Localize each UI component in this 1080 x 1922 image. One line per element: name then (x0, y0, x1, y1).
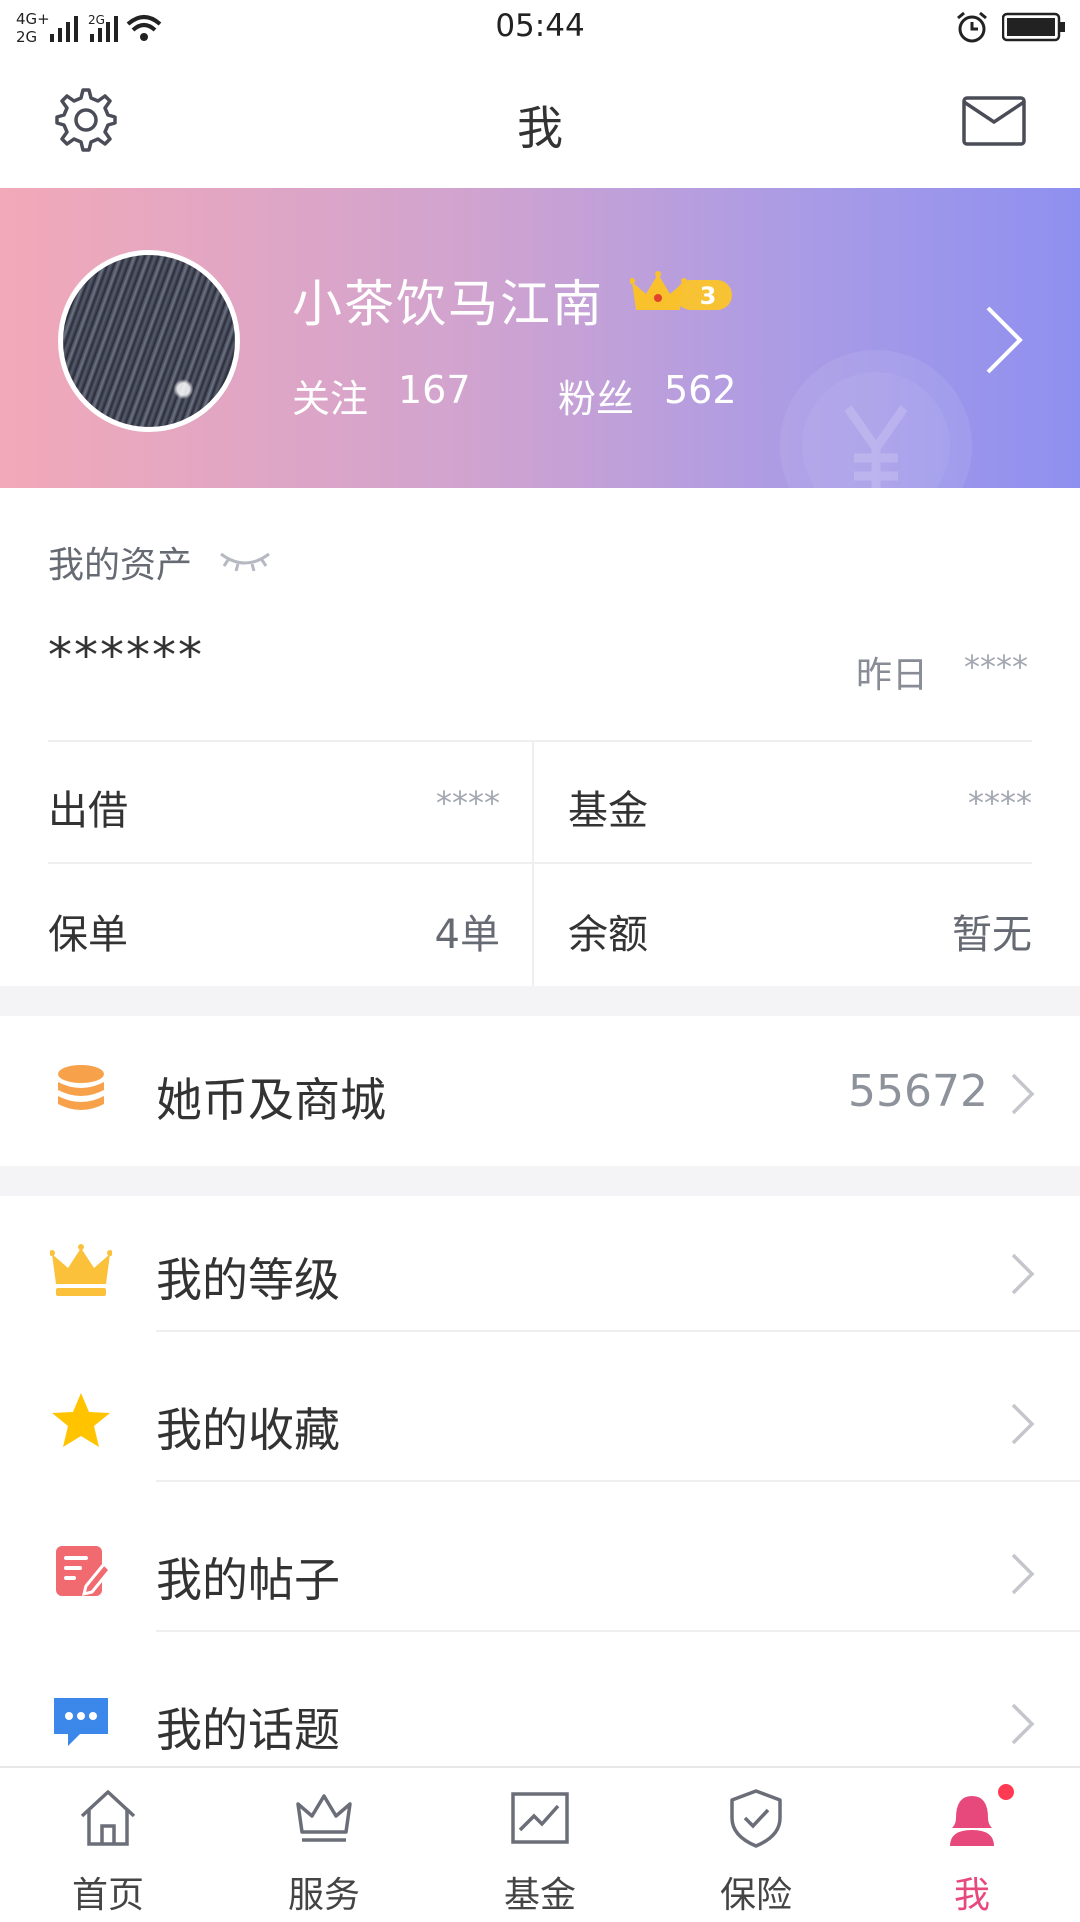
post-edit-icon (50, 1540, 113, 1602)
coins-value: 55672 (848, 1066, 988, 1117)
menu-item-label: 我的帖子 (156, 1553, 340, 1607)
crown-outline-icon (294, 1788, 354, 1848)
asset-cell-label: 出借 (48, 788, 128, 834)
crown-icon (49, 1240, 113, 1302)
asset-cell-balance[interactable]: 余额 暂无 (534, 864, 1080, 986)
divider (156, 1480, 1080, 1482)
level-number: 3 (700, 282, 717, 310)
divider (156, 1630, 1080, 1632)
section-gap (0, 1166, 1080, 1196)
nav-insurance[interactable]: 保险 (648, 1768, 864, 1922)
fans-label[interactable]: 粉丝 (558, 368, 634, 423)
chevron-right-icon[interactable] (984, 304, 1024, 376)
assets-title: 我的资产 (48, 545, 193, 586)
asset-cell-label: 保单 (48, 912, 128, 958)
battery-icon (1001, 12, 1066, 42)
asset-cell-lending[interactable]: 出借 **** (0, 742, 532, 862)
chevron-right-icon (1010, 1072, 1036, 1116)
notification-dot (998, 1784, 1014, 1800)
asset-cell-label: 余额 (568, 912, 648, 958)
asset-cell-value: 暂无 (952, 912, 1032, 958)
home-icon (78, 1788, 138, 1848)
menu-item-level[interactable]: 我的等级 (0, 1196, 1080, 1346)
assets-total: ****** (48, 628, 204, 684)
status-time: 05:44 (495, 8, 585, 44)
nav-label: 保险 (719, 1875, 792, 1916)
chevron-right-icon (1010, 1702, 1036, 1746)
nav-label: 基金 (503, 1875, 576, 1916)
fans-count[interactable]: 562 (664, 368, 737, 412)
menu-item-posts[interactable]: 我的帖子 (0, 1496, 1080, 1646)
asset-cell-label: 基金 (568, 788, 648, 834)
bottom-nav: 首页 服务 基金 保险 我 (0, 1766, 1080, 1922)
coins-label: 她币及商城 (156, 1073, 386, 1127)
asset-cell-policy[interactable]: 保单 4单 (0, 864, 532, 986)
yesterday-label: 昨日 (856, 655, 929, 696)
nav-label: 我 (953, 1875, 990, 1916)
section-gap (0, 986, 1080, 1016)
nickname: 小茶饮马江南 (292, 275, 604, 333)
menu-item-topics[interactable]: 我的话题 (0, 1646, 1080, 1766)
asset-cell-value: 4单 (434, 912, 500, 958)
status-bar: 4G+ 2G 2G 05:44 (0, 0, 1080, 56)
profile-banner[interactable]: 小茶饮马江南 3 关注 167 粉丝 562 (0, 188, 1080, 488)
top-header: 我 (0, 56, 1080, 188)
user-icon (942, 1788, 1002, 1848)
shield-check-icon (726, 1788, 786, 1848)
menu-item-label: 我的收藏 (156, 1403, 340, 1457)
nav-me[interactable]: 我 (864, 1768, 1080, 1922)
avatar[interactable] (58, 250, 240, 432)
alarm-icon (954, 10, 990, 46)
asset-cell-value: **** (436, 784, 500, 822)
menu-item-label: 我的等级 (156, 1253, 340, 1307)
coin-stack-icon (50, 1060, 112, 1122)
chat-bubble-icon (50, 1690, 112, 1752)
follow-count[interactable]: 167 (398, 368, 471, 412)
asset-cell-value: **** (968, 784, 1032, 822)
yuan-watermark-icon (778, 348, 974, 488)
menu-item-label: 我的话题 (156, 1703, 340, 1757)
star-icon (50, 1390, 112, 1452)
coins-row[interactable]: 她币及商城 55672 (0, 1016, 1080, 1166)
page-title: 我 (517, 101, 563, 155)
asset-cell-fund[interactable]: 基金 **** (534, 742, 1080, 862)
chart-icon (510, 1788, 570, 1848)
chevron-right-icon (1010, 1552, 1036, 1596)
nav-home[interactable]: 首页 (0, 1768, 216, 1922)
nav-service[interactable]: 服务 (216, 1768, 432, 1922)
nav-fund[interactable]: 基金 (432, 1768, 648, 1922)
nav-label: 首页 (71, 1875, 144, 1916)
nav-label: 服务 (287, 1875, 360, 1916)
yesterday-value: **** (964, 648, 1028, 686)
chevron-right-icon (1010, 1252, 1036, 1296)
follow-label[interactable]: 关注 (292, 368, 368, 423)
eye-closed-icon[interactable] (218, 548, 272, 576)
divider (156, 1330, 1080, 1332)
menu-item-favorites[interactable]: 我的收藏 (0, 1346, 1080, 1496)
chevron-right-icon (1010, 1402, 1036, 1446)
envelope-icon[interactable] (962, 96, 1026, 146)
level-badge: 3 (629, 270, 736, 318)
